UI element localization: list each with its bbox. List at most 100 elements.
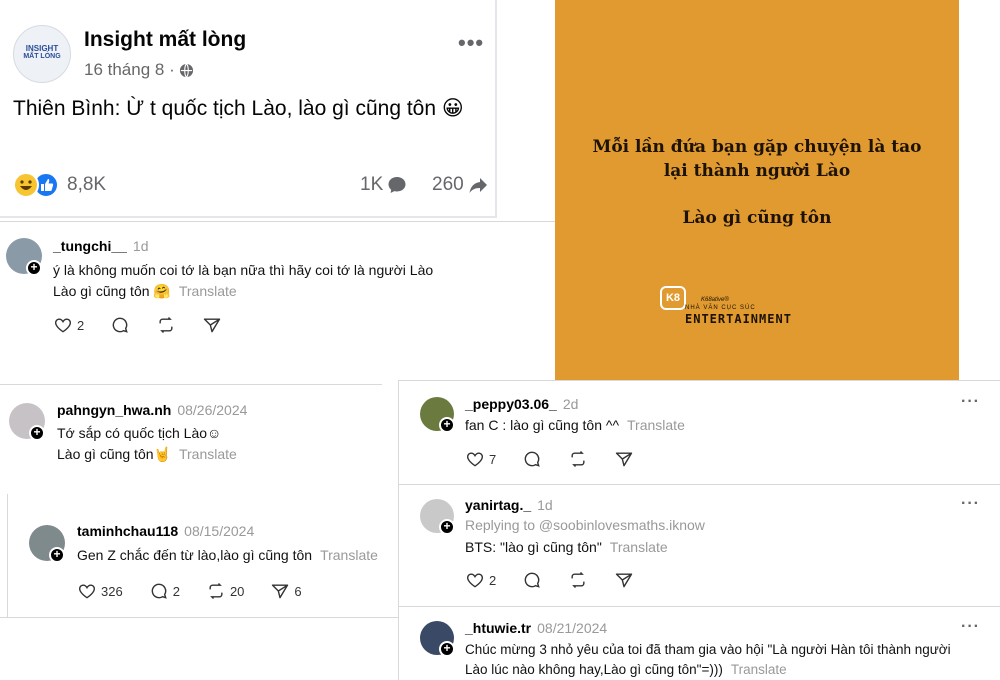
username[interactable]: taminhchau118 (77, 523, 178, 539)
like-count: 2 (77, 317, 85, 333)
timestamp: 2d (562, 396, 579, 412)
like-button[interactable]: 7 (465, 449, 496, 469)
avatar[interactable]: + (420, 499, 455, 535)
page-name[interactable]: Insight mất lòng (84, 28, 246, 52)
more-options-icon[interactable]: ··· (961, 618, 980, 636)
follow-plus-icon[interactable]: + (439, 519, 455, 535)
reaction-icons[interactable]: 8,8K (13, 172, 106, 198)
comment-line-1: fan C : lào gì cũng tôn ^^ (465, 417, 620, 433)
k68-logo-icon: K8 (660, 286, 686, 310)
timestamp: 08/15/2024 (184, 523, 255, 539)
card-line-3: Lào gì cũng tôn (682, 208, 832, 228)
like-button[interactable]: 2 (465, 570, 496, 590)
follow-plus-icon[interactable]: + (49, 547, 65, 563)
comment-htuwie: + _htuwie.tr 08/21/2024 ··· Chúc mừng 3 … (399, 607, 1000, 680)
send-icon (204, 318, 221, 333)
shares-count: 260 (432, 174, 464, 195)
timestamp: 08/26/2024 (177, 402, 248, 418)
translate-link[interactable]: Translate (610, 537, 668, 558)
repost-icon (571, 571, 585, 589)
more-options-icon[interactable]: ··· (961, 393, 980, 411)
reply-button[interactable] (522, 570, 542, 590)
repost-icon (571, 450, 585, 468)
follow-plus-icon[interactable]: + (29, 425, 45, 441)
post-date[interactable]: 16 tháng 8 · (84, 60, 194, 80)
more-options-icon[interactable]: ··· (961, 495, 980, 513)
replying-to[interactable]: Replying to @soobinlovesmaths.iknow (465, 517, 705, 533)
divider (0, 617, 398, 618)
send-icon (616, 573, 633, 588)
shares-count-link[interactable]: 260 (432, 174, 489, 196)
comment-pahngyn: + pahngyn_hwa.nh 08/26/2024 Tớ sắp có qu… (0, 385, 398, 495)
facebook-post-card: INSIGHT MẤT LÒNG Insight mất lòng 16 thá… (0, 0, 497, 218)
reply-count: 2 (172, 583, 180, 599)
like-count: 2 (489, 572, 497, 588)
comment-line-1: ý là không muốn coi tớ là bạn nữa thì hã… (53, 262, 434, 278)
share-count: 6 (294, 583, 302, 599)
comment-line-2: Lào gì cũng tôn 🤗 (53, 283, 171, 299)
reply-button[interactable] (110, 315, 130, 335)
timestamp: 1d (132, 238, 149, 254)
repost-button[interactable]: 20 (206, 581, 244, 601)
translate-link[interactable]: Translate (320, 545, 378, 566)
comment-bubble-icon (386, 174, 408, 196)
brand-small: K68ative® (701, 297, 729, 303)
logo-text-line1: INSIGHT (25, 44, 59, 53)
globe-icon (179, 62, 194, 78)
follow-plus-icon[interactable]: + (439, 641, 455, 657)
avatar[interactable]: + (420, 621, 455, 657)
username[interactable]: _peppy03.06_ (465, 396, 557, 412)
card-line-1: Mỗi lần đứa bạn gặp chuyện là tao (592, 137, 922, 157)
share-button[interactable]: 6 (270, 581, 302, 601)
post-date-text: 16 tháng 8 · (84, 60, 175, 79)
send-icon (272, 584, 289, 599)
repost-button[interactable] (568, 449, 588, 469)
share-button[interactable] (614, 570, 634, 590)
logo-mark: K8 (665, 292, 681, 304)
comment-tungchi: + _tungchi__ 1d ý là không muốn coi tớ l… (0, 222, 555, 382)
reply-bubble-icon (151, 583, 167, 599)
username[interactable]: pahngyn_hwa.nh (57, 402, 171, 418)
reply-button[interactable] (522, 449, 542, 469)
like-count: 326 (101, 583, 123, 599)
comment-line-1: BTS: "lào gì cũng tôn" (465, 539, 602, 555)
post-text: Thiên Bình: Ừ t quốc tịch Lào, lào gì cũ… (13, 97, 464, 120)
translate-link[interactable]: Translate (179, 444, 237, 465)
avatar[interactable]: + (6, 238, 42, 276)
meme-image-card: Mỗi lần đứa bạn gặp chuyện là tao lại th… (555, 0, 959, 380)
comments-count-link[interactable]: 1K (360, 174, 408, 196)
avatar[interactable]: + (29, 525, 65, 563)
translate-link[interactable]: Translate (627, 415, 685, 436)
comments-count: 1K (360, 174, 384, 195)
heart-icon (79, 584, 95, 599)
like-button[interactable]: 2 (53, 315, 84, 335)
username[interactable]: _tungchi__ (53, 238, 127, 254)
comment-peppy: + _peppy03.06_ 2d ··· fan C : lào gì cũn… (399, 381, 1000, 484)
reply-button[interactable]: 2 (149, 581, 180, 601)
comment-actions: 326 2 20 6 (77, 581, 328, 601)
share-arrow-icon (467, 174, 489, 196)
comment-taminhchau: + taminhchau118 08/15/2024 Gen Z chắc đế… (8, 505, 398, 615)
avatar[interactable]: + (9, 403, 45, 441)
repost-button[interactable] (156, 315, 176, 335)
repost-button[interactable] (568, 570, 588, 590)
share-button[interactable] (202, 315, 222, 335)
like-count: 7 (489, 451, 497, 467)
page-logo[interactable]: INSIGHT MẤT LÒNG (13, 25, 71, 83)
reply-bubble-icon (524, 572, 540, 588)
repost-count: 20 (229, 583, 245, 599)
avatar[interactable]: + (420, 397, 455, 433)
card-line-2: lại thành người Lào (663, 161, 851, 181)
username[interactable]: yanirtag._ (465, 497, 531, 513)
send-icon (616, 452, 633, 467)
follow-plus-icon[interactable]: + (439, 417, 455, 433)
haha-reaction-icon (13, 172, 39, 198)
comment-line-1: Tớ sắp có quốc tịch Lào☺ (57, 425, 222, 441)
share-button[interactable] (614, 449, 634, 469)
follow-plus-icon[interactable]: + (26, 260, 42, 276)
post-menu-icon[interactable]: ••• (458, 32, 484, 54)
like-button[interactable]: 326 (77, 581, 123, 601)
translate-link[interactable]: Translate (179, 281, 237, 302)
username[interactable]: _htuwie.tr (465, 620, 531, 636)
translate-link[interactable]: Translate (731, 659, 787, 680)
